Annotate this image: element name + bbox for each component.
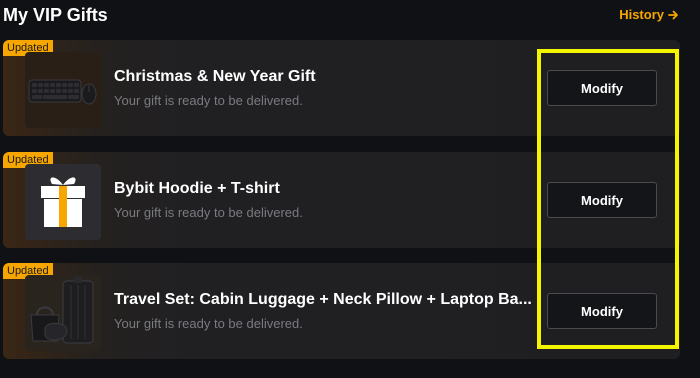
gift-title: Christmas & New Year Gift <box>114 68 316 85</box>
history-label: History <box>619 7 664 22</box>
travel-set-image <box>25 275 101 351</box>
modify-button[interactable]: Modify <box>547 293 657 329</box>
gift-card: Updated Travel Set: Cabin Luggage + Neck… <box>3 263 680 359</box>
gift-card: Updated Christmas & New Year Gift Your g… <box>3 40 680 136</box>
modify-button[interactable]: Modify <box>547 182 657 218</box>
keyboard-mouse-image <box>25 52 101 128</box>
history-link[interactable]: History <box>619 7 679 22</box>
gift-title: Bybit Hoodie + T-shirt <box>114 180 280 197</box>
arrow-right-icon <box>668 10 678 19</box>
gift-status: Your gift is ready to be delivered. <box>114 205 303 220</box>
page-title: My VIP Gifts <box>3 5 108 25</box>
modify-button[interactable]: Modify <box>547 70 657 106</box>
gift-title: Travel Set: Cabin Luggage + Neck Pillow … <box>114 291 532 308</box>
page-header: My VIP Gifts History <box>0 0 700 36</box>
gift-card: Updated Bybit Hoodie + T-shirt Your gift… <box>3 152 680 248</box>
gift-box-icon <box>25 164 101 240</box>
gift-status: Your gift is ready to be delivered. <box>114 93 303 108</box>
gift-status: Your gift is ready to be delivered. <box>114 316 303 331</box>
